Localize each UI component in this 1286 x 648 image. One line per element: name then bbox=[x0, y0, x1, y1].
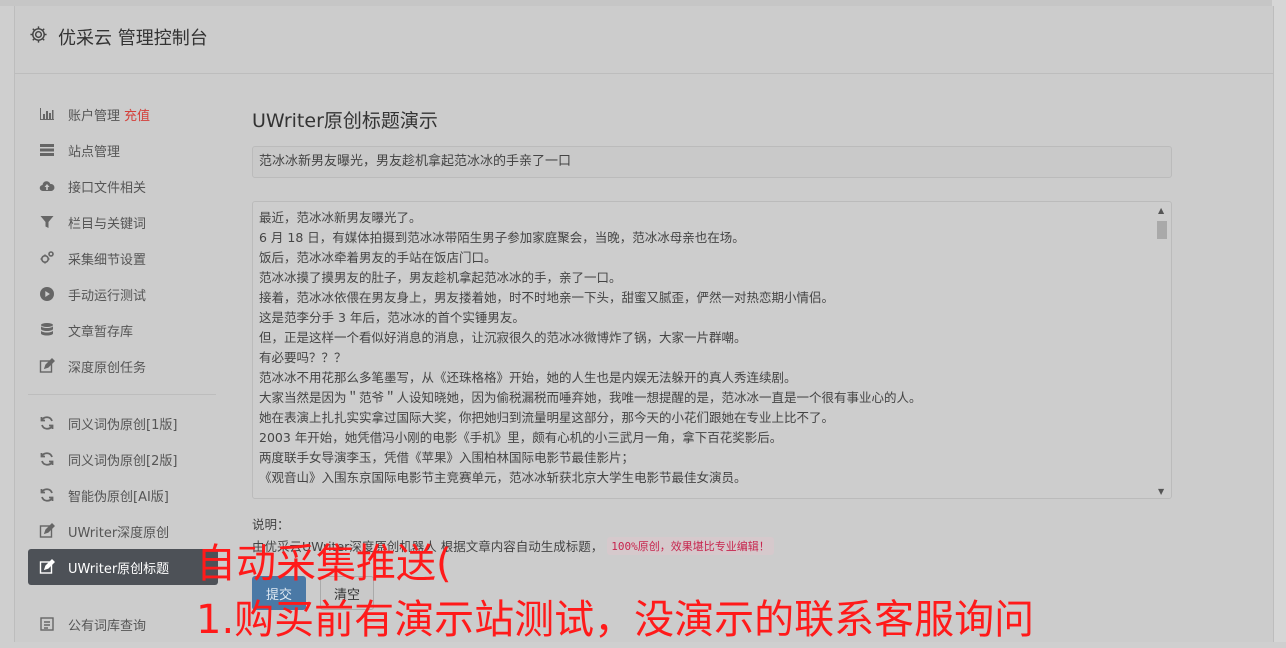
content-line: 大家当然是因为＂范爷＂人设知晓她，因为偷税漏税而唾弃她，我唯一想提醒的是，范冰冰… bbox=[259, 390, 922, 405]
content-line: 2003 年开始，她凭借冯小刚的电影《手机》里，颇有心机的小三武月一角，拿下百花… bbox=[259, 430, 783, 445]
sidebar-item-label: 智能伪原创[AI版] bbox=[68, 489, 169, 505]
content-line: 她在表演上扎扎实实拿过国际大奖，你把她归到流量明星这部分，那今天的小花们跟她在专… bbox=[259, 410, 835, 425]
server-icon bbox=[38, 141, 56, 159]
play-circle-icon bbox=[38, 285, 56, 303]
sidebar-item-uwriter-title[interactable]: UWriter原创标题 bbox=[28, 549, 218, 585]
content-textarea[interactable]: 最近，范冰冰新男友曝光了。 6 月 18 日，有媒体拍摄到范冰冰带陌生男子参加家庭… bbox=[252, 201, 1172, 499]
recharge-link[interactable]: 充值 bbox=[124, 105, 150, 124]
sidebar-item-label: 站点管理 bbox=[68, 144, 121, 160]
sidebar-item-label: 账户管理 bbox=[68, 108, 121, 124]
sidebar-item-label: 文章暂存库 bbox=[68, 324, 134, 340]
brand[interactable]: 优采云 管理控制台 bbox=[29, 24, 208, 50]
sidebar-item-label: UWriter原创标题 bbox=[68, 561, 170, 577]
window-right-edge bbox=[1272, 0, 1286, 642]
sidebar-item-uwriter-deep[interactable]: UWriter深度原创 bbox=[28, 513, 218, 549]
refresh-icon bbox=[38, 486, 56, 504]
content-line: 两度联手女导演李玉，凭借《苹果》入围柏林国际电影节最佳影片； bbox=[259, 450, 635, 465]
edit-icon bbox=[38, 558, 56, 576]
content-line: 饭后，范冰冰牵着男友的手站在饭店门口。 bbox=[259, 250, 497, 265]
sidebar-item-manual-run[interactable]: 手动运行测试 bbox=[28, 276, 218, 312]
cloud-upload-icon bbox=[38, 177, 56, 195]
sidebar-item-label: 公有词库查询 bbox=[68, 618, 147, 634]
content-line: 范冰冰摸了摸男友的肚子，男友趁机拿起范冰冰的手，亲了一口。 bbox=[259, 270, 622, 285]
gear-icon bbox=[29, 25, 48, 49]
sidebar-item-label: 栏目与关键词 bbox=[68, 216, 147, 232]
promo-overlay: 自动采集推送( 1.购买前有演示站测试，没演示的联系客服询问 bbox=[196, 536, 1034, 648]
sidebar-item-article-store[interactable]: 文章暂存库 bbox=[28, 312, 218, 348]
sidebar-item-public-lexicon[interactable]: 公有词库查询 bbox=[28, 606, 218, 642]
sidebar-item-keywords[interactable]: 栏目与关键词 bbox=[28, 204, 218, 240]
note-label: 说明： bbox=[252, 517, 290, 532]
content-line: 这是范李分手 3 年后，范冰冰的首个实锤男友。 bbox=[259, 310, 525, 325]
scroll-down-icon[interactable]: ▼ bbox=[1158, 487, 1164, 496]
filter-icon bbox=[38, 213, 56, 231]
content-text: 最近，范冰冰新男友曝光了。 6 月 18 日，有媒体拍摄到范冰冰带陌生男子参加家庭… bbox=[259, 208, 1151, 488]
sidebar: 账户管理 充值 站点管理 接口文件相关 栏目与关键词 采集细节设置 手动运行测试… bbox=[28, 96, 218, 642]
content-line: 接着，范冰冰依偎在男友身上，男友搂着她，时不时地亲一下头，甜蜜又腻歪，俨然一对热… bbox=[259, 290, 835, 305]
sidebar-item-ai-rewrite[interactable]: 智能伪原创[AI版] bbox=[28, 477, 218, 513]
content-line: 范冰冰不用花那么多笔墨写，从《还珠格格》开始，她的人生也是内娱无法躲开的真人秀连… bbox=[259, 370, 797, 385]
sidebar-item-api-files[interactable]: 接口文件相关 bbox=[28, 168, 218, 204]
content-line: 《观音山》入围东京国际电影节主竞赛单元，范冰冰斩获北京大学生电影节最佳女演员。 bbox=[259, 470, 747, 485]
promo-line-2: 1.购买前有演示站测试，没演示的联系客服询问 bbox=[196, 597, 1035, 643]
sidebar-item-label: UWriter深度原创 bbox=[68, 525, 170, 541]
scroll-up-icon[interactable]: ▲ bbox=[1158, 206, 1164, 215]
sidebar-item-label: 同义词伪原创[1版] bbox=[68, 417, 178, 433]
header: 优采云 管理控制台 bbox=[15, 6, 1273, 74]
edit-icon bbox=[38, 522, 56, 540]
sidebar-item-sites[interactable]: 站点管理 bbox=[28, 132, 218, 168]
sidebar-item-label: 深度原创任务 bbox=[68, 360, 147, 376]
content-line: 但，正是这样一个看似好消息的消息，让沉寂很久的范冰冰微博炸了锅，大家一片群嘲。 bbox=[259, 330, 747, 345]
content-line: 最近，范冰冰新男友曝光了。 bbox=[259, 210, 422, 225]
bar-chart-icon bbox=[38, 105, 56, 123]
sidebar-item-label: 采集细节设置 bbox=[68, 252, 147, 268]
edit-icon bbox=[38, 357, 56, 375]
title-input[interactable]: 范冰冰新男友曝光，男友趁机拿起范冰冰的手亲了一口 bbox=[252, 146, 1172, 178]
sidebar-item-synonym-v2[interactable]: 同义词伪原创[2版] bbox=[28, 441, 218, 477]
book-icon bbox=[38, 615, 56, 633]
page-title: UWriter原创标题演示 bbox=[252, 110, 438, 132]
refresh-icon bbox=[38, 414, 56, 432]
sidebar-divider bbox=[28, 394, 216, 395]
app-title: 优采云 管理控制台 bbox=[58, 28, 208, 49]
sidebar-item-deep-original-task[interactable]: 深度原创任务 bbox=[28, 348, 218, 384]
scrollbar-thumb[interactable] bbox=[1157, 221, 1167, 239]
content-line: 有必要吗？？？ bbox=[259, 350, 347, 365]
sidebar-item-label: 接口文件相关 bbox=[68, 180, 147, 196]
sidebar-item-account[interactable]: 账户管理 充值 bbox=[28, 96, 218, 132]
sidebar-item-label: 同义词伪原创[2版] bbox=[68, 453, 178, 469]
database-icon bbox=[38, 321, 56, 339]
sidebar-item-collect-settings[interactable]: 采集细节设置 bbox=[28, 240, 218, 276]
sidebar-item-synonym-v1[interactable]: 同义词伪原创[1版] bbox=[28, 405, 218, 441]
refresh-icon bbox=[38, 450, 56, 468]
cogs-icon bbox=[38, 249, 56, 267]
promo-line-1: 自动采集推送( bbox=[196, 541, 452, 587]
content-line: 6 月 18 日，有媒体拍摄到范冰冰带陌生男子参加家庭聚会，当晚，范冰冰母亲也在… bbox=[259, 230, 745, 245]
main-panel: UWriter原创标题演示 范冰冰新男友曝光，男友趁机拿起范冰冰的手亲了一口 最… bbox=[252, 96, 1172, 610]
textarea-scrollbar[interactable]: ▲ ▼ bbox=[1154, 203, 1170, 498]
sidebar-item-label: 手动运行测试 bbox=[68, 288, 147, 304]
